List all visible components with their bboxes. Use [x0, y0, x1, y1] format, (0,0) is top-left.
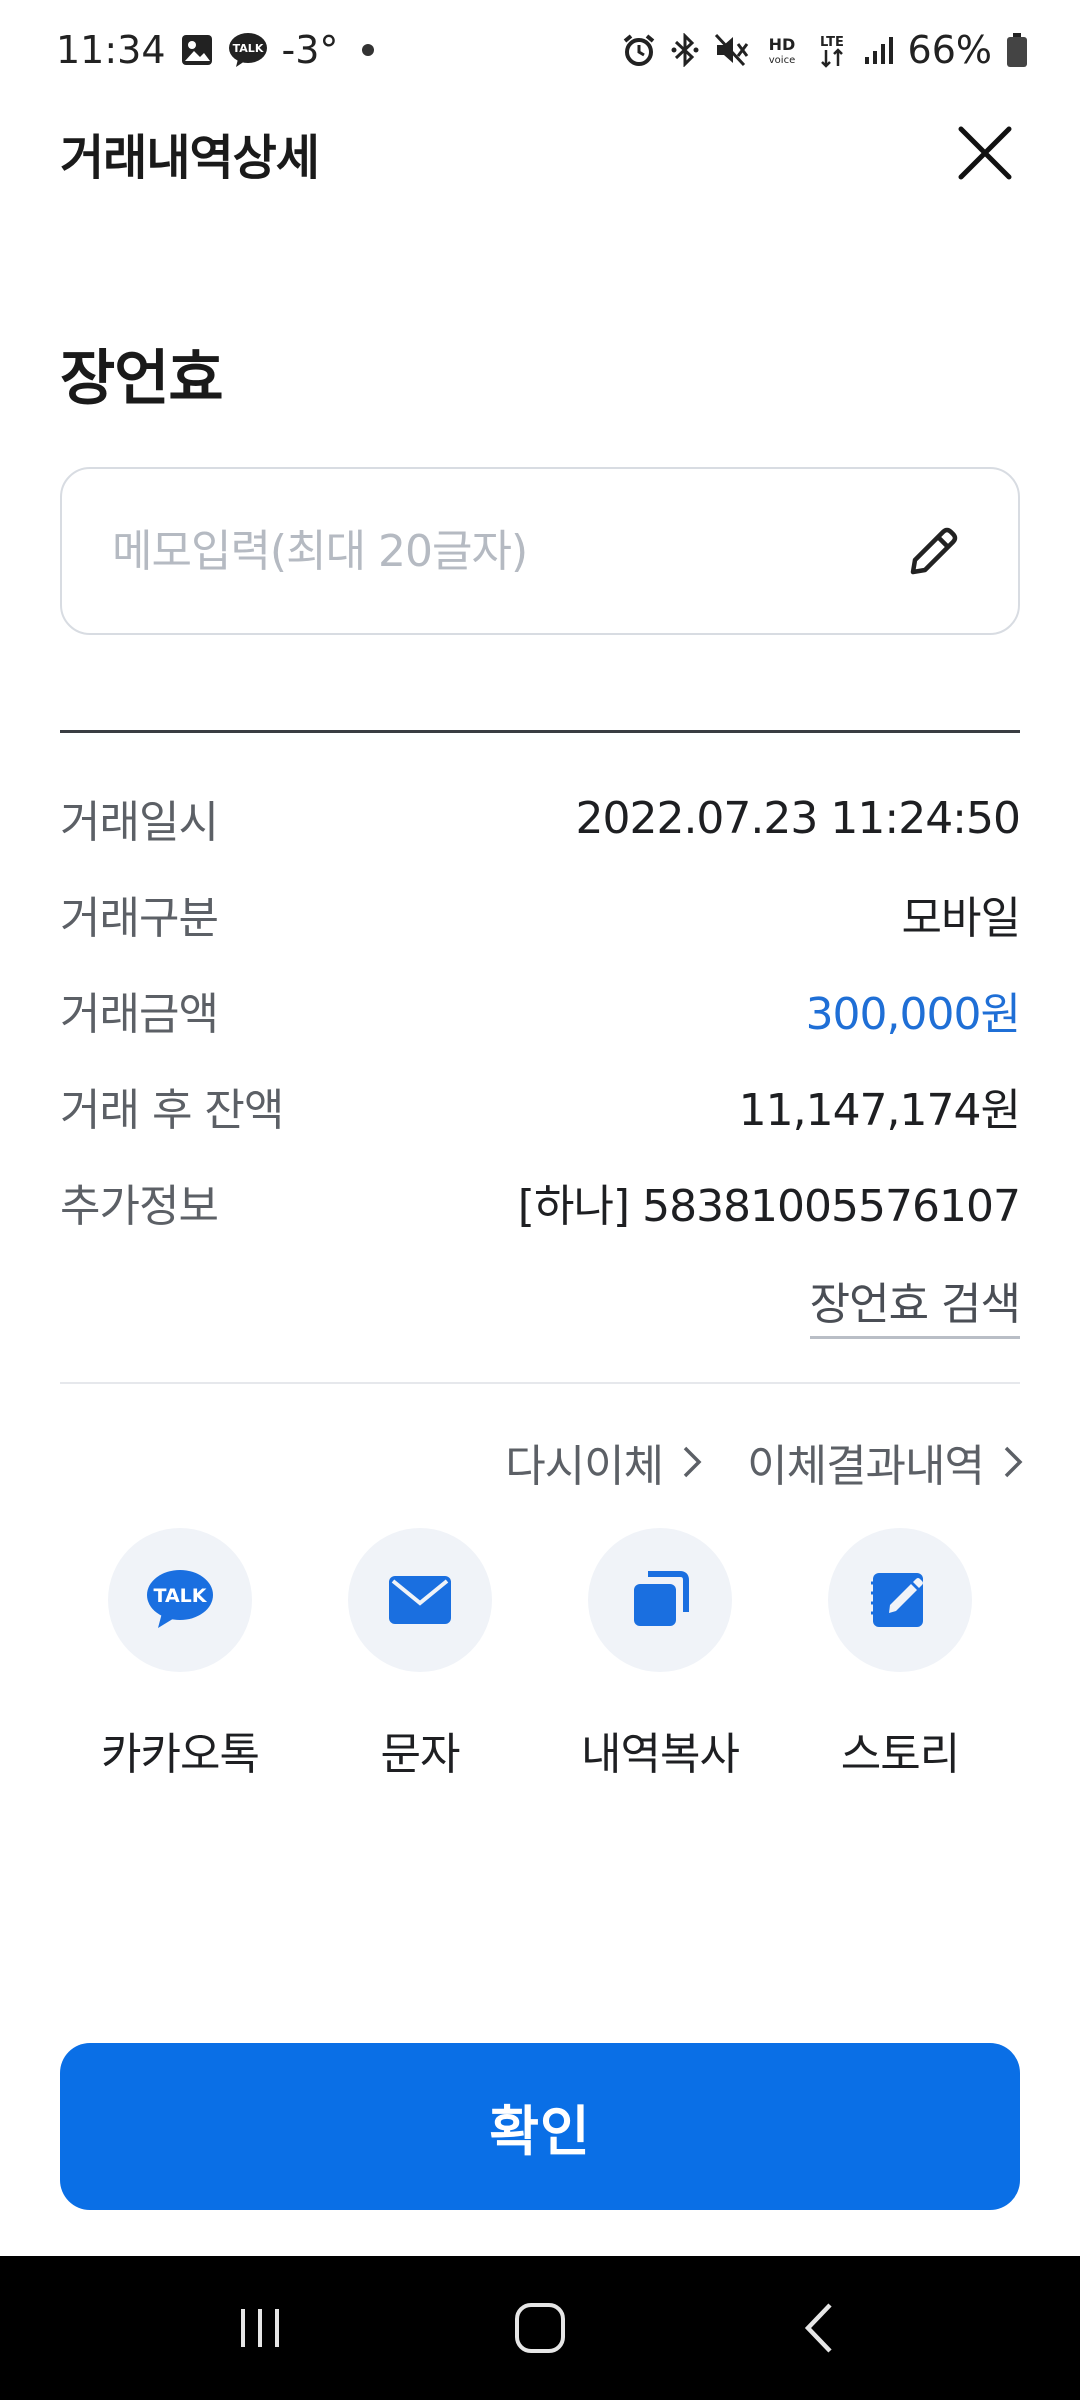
status-temperature: -3° — [281, 28, 339, 72]
detail-row-type: 거래구분 모바일 — [60, 866, 1021, 962]
confirm-button[interactable]: 확인 — [60, 2043, 1020, 2210]
detail-row-amount: 거래금액 300,000원 — [60, 962, 1021, 1058]
detail-value: 11,147,174원 — [738, 1085, 1021, 1136]
section-divider — [60, 730, 1020, 733]
detail-row-datetime: 거래일시 2022.07.23 11:24:50 — [60, 770, 1021, 866]
detail-label: 거래금액 — [60, 989, 219, 1040]
detail-value-amount: 300,000원 — [805, 989, 1021, 1040]
copy-icon — [634, 1571, 689, 1626]
mail-icon — [389, 1576, 451, 1624]
hd-text: HD — [768, 35, 795, 54]
transaction-details: 거래일시 2022.07.23 11:24:50 거래구분 모바일 거래금액 3… — [60, 770, 1021, 1250]
detail-label: 거래구분 — [60, 893, 219, 944]
status-time: 11:34 — [56, 28, 166, 72]
detail-label: 추가정보 — [60, 1181, 219, 1232]
status-bar: 11:34 TALK -3° HD voice LTE 66% — [0, 0, 1080, 100]
retransfer-link[interactable]: 다시이체 — [505, 1430, 703, 1494]
gallery-icon — [180, 33, 214, 67]
header: 거래내역상세 — [0, 100, 1080, 205]
share-icon-circle — [588, 1528, 732, 1672]
status-right: HD voice LTE 66% — [622, 28, 1028, 72]
signal-icon — [864, 35, 894, 65]
share-label: 스토리 — [840, 1729, 960, 1780]
transfer-result-link[interactable]: 이체결과내역 — [747, 1430, 1024, 1494]
close-button[interactable] — [950, 118, 1020, 188]
back-icon — [804, 2303, 832, 2353]
close-icon — [958, 126, 1012, 179]
memo-box[interactable] — [60, 467, 1020, 635]
recent-apps-button[interactable] — [200, 2278, 320, 2378]
battery-percent: 66% — [907, 28, 992, 72]
talk-icon: TALK — [228, 32, 268, 68]
share-icon-circle — [348, 1528, 492, 1672]
detail-label: 거래 후 잔액 — [60, 1085, 284, 1136]
home-icon — [515, 2303, 565, 2353]
share-label: 카카오톡 — [101, 1729, 260, 1780]
page-title: 거래내역상세 — [60, 129, 320, 186]
share-copy-button[interactable]: 내역복사 — [570, 1528, 750, 1782]
talk-icon-text: TALK — [232, 42, 263, 55]
action-links: 다시이체 이체결과내역 — [505, 1430, 1024, 1494]
bluetooth-icon — [670, 33, 700, 67]
divider — [60, 1382, 1020, 1384]
share-story-button[interactable]: 스토리 — [810, 1528, 990, 1782]
system-nav-bar — [0, 2256, 1080, 2400]
share-icon-circle: TALK — [108, 1528, 252, 1672]
pencil-icon — [910, 527, 958, 575]
chevron-right-icon — [683, 1446, 702, 1478]
share-kakaotalk-button[interactable]: TALK 카카오톡 — [90, 1528, 270, 1782]
detail-value: 모바일 — [901, 893, 1021, 944]
recent-apps-icon — [241, 2309, 279, 2347]
status-left: 11:34 TALK -3° — [56, 28, 375, 72]
alarm-icon — [622, 33, 656, 67]
memo-input[interactable] — [112, 525, 872, 577]
detail-row-extra-info: 추가정보 [하나] 58381005576107 — [60, 1154, 1021, 1250]
mute-icon — [714, 33, 750, 67]
share-sms-button[interactable]: 문자 — [330, 1528, 510, 1782]
share-options: TALK 카카오톡 문자 내역복사 스토리 — [60, 1528, 1020, 1782]
share-label: 내역복사 — [581, 1729, 740, 1780]
payee-name: 장언효 — [60, 344, 224, 414]
back-button[interactable] — [760, 2278, 880, 2378]
search-payee-link[interactable]: 장언효 검색 — [809, 1268, 1021, 1339]
voice-text: voice — [768, 55, 794, 66]
share-label: 문자 — [380, 1729, 461, 1780]
story-edit-icon — [871, 1573, 923, 1627]
transfer-result-label: 이체결과내역 — [747, 1441, 985, 1492]
lte-icon: LTE — [814, 32, 850, 68]
notification-dot — [362, 44, 375, 56]
retransfer-label: 다시이체 — [505, 1441, 664, 1492]
chevron-right-icon — [1004, 1446, 1023, 1478]
share-icon-circle — [828, 1528, 972, 1672]
kakaotalk-icon-text: TALK — [153, 1585, 207, 1607]
detail-row-balance: 거래 후 잔액 11,147,174원 — [60, 1058, 1021, 1154]
lte-text: LTE — [820, 35, 844, 50]
home-button[interactable] — [480, 2278, 600, 2378]
detail-value: [하나] 58381005576107 — [517, 1181, 1021, 1232]
edit-memo-button[interactable] — [902, 519, 966, 583]
kakaotalk-icon: TALK — [147, 1570, 213, 1628]
battery-icon — [1006, 32, 1028, 68]
detail-value: 2022.07.23 11:24:50 — [575, 792, 1021, 844]
hd-voice-icon: HD voice — [764, 33, 800, 67]
detail-label: 거래일시 — [60, 797, 219, 848]
